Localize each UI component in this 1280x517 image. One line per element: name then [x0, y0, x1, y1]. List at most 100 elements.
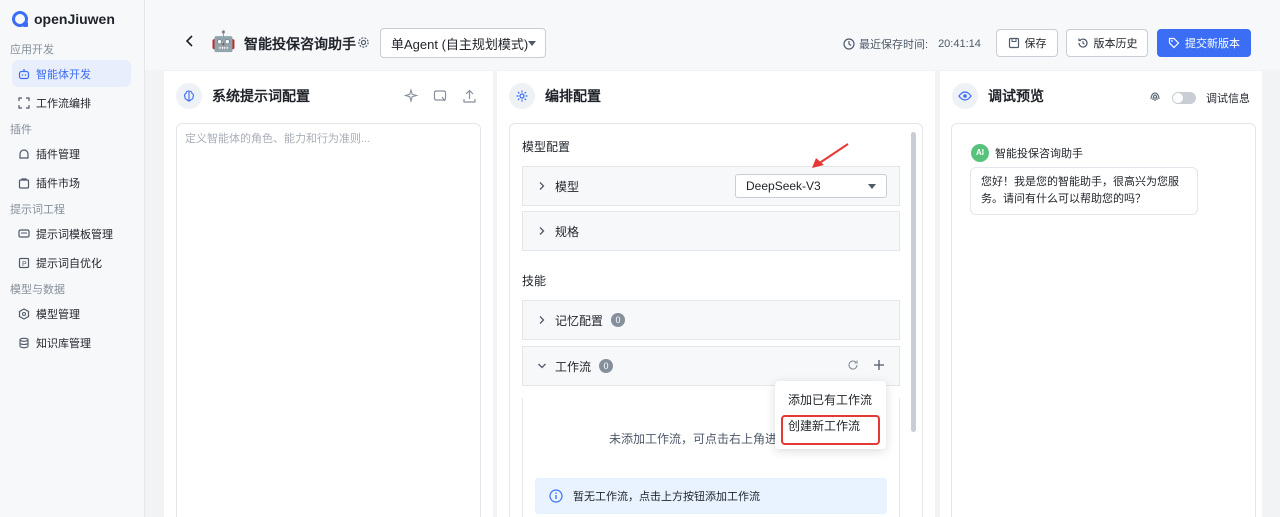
refresh-icon[interactable]	[847, 359, 859, 371]
chevron-right-icon	[539, 182, 545, 190]
panel-title: 编排配置	[545, 88, 601, 104]
sidebar-item-label: 插件管理	[36, 148, 80, 161]
sidebar-section-title: 插件	[10, 124, 32, 136]
sparkle-icon[interactable]	[404, 89, 419, 104]
settings-gear-icon[interactable]	[357, 36, 370, 49]
template-icon	[18, 228, 30, 240]
info-text: 暂无工作流，点击上方按钮添加工作流	[573, 491, 760, 503]
chevron-down-icon	[538, 363, 546, 369]
save-time-value: 20:41:14	[938, 38, 981, 50]
memory-label: 记忆配置	[555, 313, 604, 328]
orchestration-panel: 编排配置 模型配置 模型 DeepSeek-V3 规格 技能 记忆配置 0 工作…	[497, 71, 935, 517]
brand-logo-icon	[12, 11, 28, 27]
workflow-collapse[interactable]: 工作流 0	[522, 346, 900, 386]
skills-label: 技能	[522, 274, 547, 288]
info-icon	[549, 489, 563, 503]
sidebar-item-plugin-manage[interactable]: 插件管理	[12, 140, 131, 167]
sidebar-item-label: 工作流编排	[36, 97, 91, 110]
system-prompt-placeholder: 定义智能体的角色、能力和行为准则...	[185, 133, 371, 145]
sidebar-item-label: 提示词模板管理	[36, 228, 113, 241]
sidebar-item-prompt-optimize[interactable]: P 提示词自优化	[12, 249, 131, 276]
system-prompt-input[interactable]: 定义智能体的角色、能力和行为准则...	[176, 123, 481, 517]
svg-text:P: P	[22, 261, 27, 268]
greeting-message: 您好！我是您的智能助手，很高兴为您服务。请问有什么可以帮助您的吗？	[970, 167, 1198, 215]
sidebar-item-knowledge-base[interactable]: 知识库管理	[12, 329, 131, 356]
tag-icon	[1168, 37, 1180, 49]
robot-avatar-icon: 🤖	[211, 31, 236, 53]
fingerprint-icon[interactable]	[1148, 89, 1162, 106]
chevron-right-icon	[539, 227, 545, 235]
eye-icon	[952, 83, 978, 109]
save-button-label: 保存	[1024, 38, 1047, 50]
agent-mode-select[interactable]: 单Agent (自主规划模式)	[380, 28, 546, 58]
gear-icon	[509, 83, 535, 109]
version-history-button[interactable]: 版本历史	[1066, 29, 1148, 57]
sidebar-item-label: 智能体开发	[36, 68, 91, 81]
market-icon	[18, 177, 30, 189]
add-icon[interactable]	[873, 359, 885, 371]
brain-icon	[176, 83, 202, 109]
sidebar-item-model-manage[interactable]: 模型管理	[12, 300, 131, 327]
spec-label: 规格	[555, 224, 580, 239]
workflow-label: 工作流	[555, 359, 592, 374]
sidebar-section-title: 模型与数据	[10, 284, 65, 296]
model-config-label: 模型配置	[522, 140, 571, 154]
brand-name: openJiuwen	[34, 11, 115, 27]
header: 🤖 智能投保咨询助手 单Agent (自主规划模式) 最近保存时间: 20:41…	[145, 0, 1280, 70]
sidebar-item-label: 插件市场	[36, 177, 80, 190]
system-prompt-panel: 系统提示词配置 定义智能体的角色、能力和行为准则...	[164, 71, 493, 517]
last-save-time: 最近保存时间: 20:41:14	[843, 36, 981, 52]
ai-name: 智能投保咨询助手	[995, 148, 1083, 160]
add-existing-workflow-item[interactable]: 添加已有工作流	[775, 387, 886, 413]
chevron-right-icon	[539, 316, 545, 324]
upload-icon[interactable]	[462, 89, 477, 104]
sidebar-section-title: 提示词工程	[10, 204, 65, 216]
sidebar: openJiuwen 应用开发 智能体开发 工作流编排 插件 插件管理 插件市场…	[0, 0, 145, 517]
optimize-icon: P	[18, 257, 30, 269]
memory-count-badge: 0	[611, 313, 626, 327]
save-button[interactable]: 保存	[996, 29, 1058, 57]
annotation-arrow-icon	[812, 143, 849, 168]
submit-version-button[interactable]: 提交新版本	[1157, 29, 1251, 57]
model-select[interactable]: DeepSeek-V3	[735, 174, 887, 198]
back-arrow-icon[interactable]	[183, 34, 197, 48]
debug-info-toggle[interactable]	[1172, 91, 1196, 104]
annotation-highlight-box	[781, 415, 880, 445]
sidebar-section-title: 应用开发	[10, 44, 54, 56]
caret-down-icon	[528, 41, 536, 46]
sidebar-item-plugin-market[interactable]: 插件市场	[12, 169, 131, 196]
config-scroll-area: 模型配置 模型 DeepSeek-V3 规格 技能 记忆配置 0 工作流 0 未…	[509, 123, 923, 517]
submit-version-label: 提交新版本	[1185, 38, 1240, 50]
panel-title: 系统提示词配置	[212, 88, 310, 104]
debug-preview-panel: 调试预览 调试信息 AI 智能投保咨询助手 您好！我是您的智能助手，很高兴为您服…	[940, 71, 1262, 517]
sidebar-item-workflow[interactable]: 工作流编排	[12, 89, 131, 116]
model-collapse[interactable]: 模型 DeepSeek-V3	[522, 166, 900, 206]
workflow-info-alert: 暂无工作流，点击上方按钮添加工作流	[535, 478, 887, 514]
caret-down-icon	[868, 184, 876, 189]
debug-info-label: 调试信息	[1206, 92, 1250, 105]
spec-collapse[interactable]: 规格	[522, 211, 900, 251]
model-label: 模型	[555, 179, 580, 194]
sidebar-item-label: 提示词自优化	[36, 257, 102, 270]
panel-title: 调试预览	[988, 88, 1044, 104]
agent-title: 智能投保咨询助手	[244, 36, 356, 52]
database-icon	[18, 337, 30, 349]
version-history-label: 版本历史	[1093, 38, 1138, 50]
workflow-empty-text: 未添加工作流，可点击右上角进	[609, 432, 778, 446]
memory-collapse[interactable]: 记忆配置 0	[522, 300, 900, 340]
model-icon	[18, 307, 30, 320]
save-icon	[1008, 37, 1019, 49]
robot-icon	[18, 68, 30, 80]
save-time-label: 最近保存时间:	[859, 39, 929, 51]
workflow-count-badge: 0	[599, 359, 614, 373]
comment-icon[interactable]	[433, 89, 448, 104]
workflow-icon	[18, 96, 30, 109]
brand[interactable]: openJiuwen	[0, 0, 144, 32]
history-icon	[1077, 38, 1088, 48]
sidebar-item-agent-dev[interactable]: 智能体开发	[12, 60, 131, 87]
plugin-icon	[18, 148, 30, 160]
chat-area: AI 智能投保咨询助手 您好！我是您的智能助手，很高兴为您服务。请问有什么可以帮…	[951, 123, 1256, 517]
vertical-scrollbar[interactable]	[911, 132, 916, 432]
sidebar-item-prompt-template[interactable]: 提示词模板管理	[12, 220, 131, 247]
clock-icon	[843, 38, 855, 50]
